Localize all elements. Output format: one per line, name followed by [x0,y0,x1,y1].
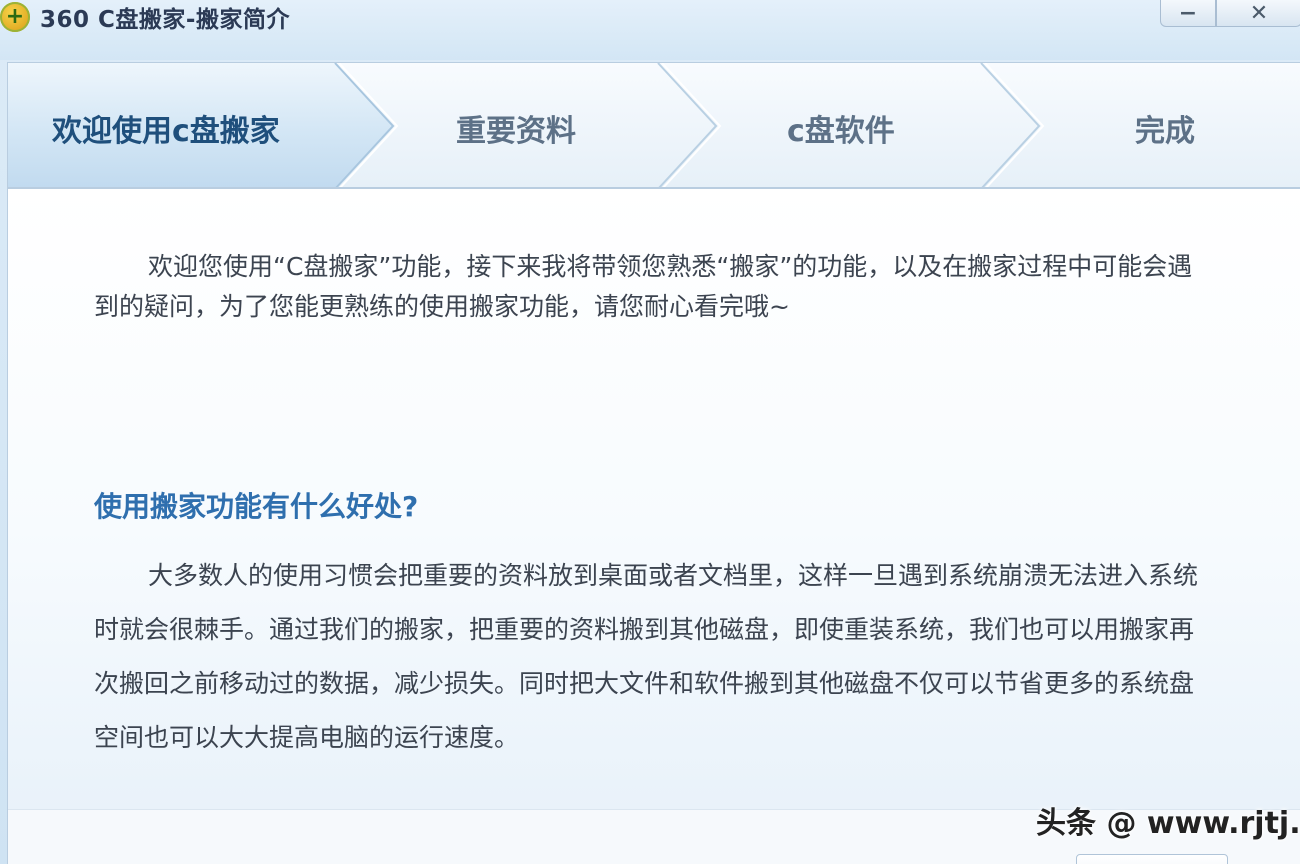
title-bar[interactable]: + 360 C盘搬家-搬家简介 − ✕ [0,0,1300,60]
step-c-drive-software: c盘软件 [787,114,895,149]
benefits-paragraph: 大多数人的使用习惯会把重要的资料放到桌面或者文档里，这样一旦遇到系统崩溃无法进入… [94,561,1199,752]
benefits-heading: 使用搬家功能有什么好处? [94,490,419,523]
intro-content: 欢迎您使用“C盘搬家”功能，接下来我将带领您熟悉“搬家”的功能，以及在搬家过程中… [8,189,1300,809]
minimize-button[interactable]: − [1160,0,1216,27]
plus-logo-icon: + [0,2,30,32]
close-icon: ✕ [1249,0,1269,26]
step-finish: 完成 [1135,114,1195,149]
minimize-icon: − [1178,0,1198,26]
app-window: + 360 C盘搬家-搬家简介 − ✕ 欢迎使用c盘搬家 重要资料 c盘软件 完… [0,0,1300,864]
step-important-data: 重要资料 [456,114,576,149]
intro-paragraph: 欢迎您使用“C盘搬家”功能，接下来我将带领您熟悉“搬家”的功能，以及在搬家过程中… [94,252,1193,321]
watermark-text: 头条 @ www.rjtj.cn软荐网 [1036,806,1300,841]
main-panel: 欢迎使用c盘搬家 重要资料 c盘软件 完成 欢迎您使用“C盘搬家”功能，接下来我… [7,62,1300,864]
close-button[interactable]: ✕ [1216,0,1300,27]
window-title: 360 C盘搬家-搬家简介 [40,7,290,33]
step-welcome: 欢迎使用c盘搬家 [52,114,280,149]
step-navigation: 欢迎使用c盘搬家 重要资料 c盘软件 完成 [8,63,1300,189]
next-page-button[interactable]: 下一页 [1076,854,1228,864]
